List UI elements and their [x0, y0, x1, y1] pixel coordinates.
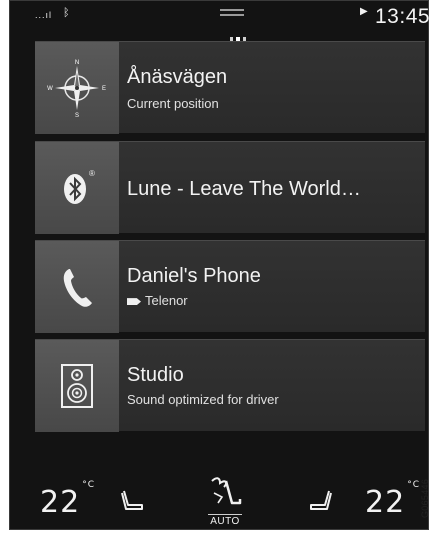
navigation-arrow-icon: ▶	[360, 6, 368, 17]
carrier-name: Telenor	[145, 293, 188, 308]
svg-text:N: N	[75, 60, 79, 66]
audio-title: Studio	[127, 364, 184, 386]
media-tile[interactable]: ® Lune - Leave The World…	[35, 141, 425, 234]
svg-text:W: W	[47, 86, 53, 92]
driver-temperature[interactable]: 22 °C	[40, 480, 95, 520]
navigation-title: Ånäsvägen	[127, 66, 228, 88]
passenger-temperature[interactable]: 22 °C	[365, 480, 420, 520]
fan-seat-icon	[211, 477, 242, 505]
climate-bar: 22 °C AUTO 22 °C	[10, 471, 428, 531]
driver-temperature-unit: °C	[82, 480, 95, 490]
passenger-temperature-value: 22	[365, 485, 406, 520]
phone-name: Daniel's Phone	[127, 265, 261, 287]
carrier-arrow-icon	[127, 298, 141, 306]
top-view-handle[interactable]	[220, 9, 244, 17]
signal-strength-icon: ...ıl	[35, 10, 53, 20]
passenger-temperature-unit: °C	[407, 480, 420, 490]
navigation-tile[interactable]: N S W E Ånäsvägen Current position	[35, 41, 425, 134]
navigation-subtitle: Current position	[127, 96, 219, 111]
figure-code: G065446	[420, 478, 430, 518]
status-bar: ...ıl ᛒ ▶ 13:45	[10, 1, 431, 35]
audio-subtitle: Sound optimized for driver	[127, 392, 279, 407]
bluetooth-status-icon: ᛒ	[63, 7, 70, 19]
compass-icon: N S W E	[35, 42, 119, 134]
svg-text:®: ®	[89, 169, 95, 178]
clock: 13:45	[375, 5, 431, 28]
media-track-title: Lune - Leave The World…	[127, 178, 361, 200]
svg-text:S: S	[75, 113, 79, 118]
center-display: ...ıl ᛒ ▶ 13:45 N S W E Ånäsvägen Curren…	[9, 0, 431, 531]
auto-label: AUTO	[210, 516, 240, 527]
driver-temperature-value: 22	[40, 485, 81, 520]
auto-underline	[208, 514, 242, 515]
phone-tile[interactable]: Daniel's Phone Telenor	[35, 240, 425, 333]
phone-icon	[35, 241, 119, 333]
svg-text:E: E	[102, 86, 106, 92]
audio-tile[interactable]: Studio Sound optimized for driver	[35, 339, 425, 432]
climate-auto-button[interactable]: AUTO	[200, 475, 250, 531]
speaker-icon	[35, 340, 119, 432]
phone-carrier: Telenor	[127, 293, 188, 308]
driver-seat-heat-icon[interactable]	[120, 489, 146, 518]
bluetooth-icon: ®	[35, 142, 119, 234]
passenger-seat-heat-icon[interactable]	[307, 489, 333, 518]
